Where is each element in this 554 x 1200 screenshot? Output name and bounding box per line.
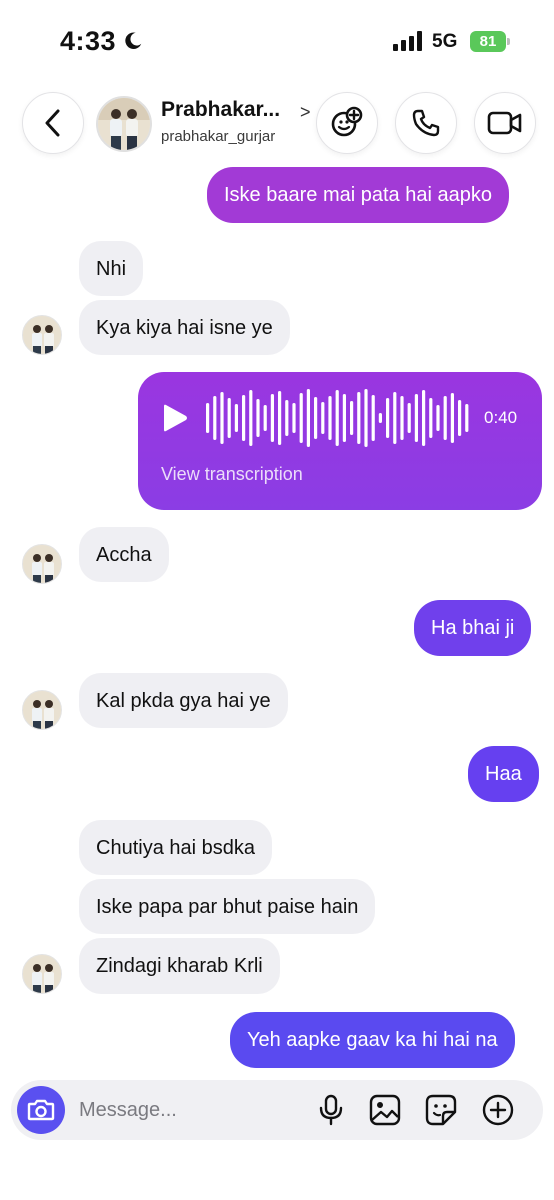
message-text: Yeh aapke gaav ka hi hai na [247,1029,498,1051]
contact-name[interactable]: Prabhakar... [161,98,280,122]
plus-icon [482,1094,514,1126]
outgoing-message[interactable]: Yeh aapke gaav ka hi hai na [230,1012,515,1068]
status-bar: 4:33 5G 81 [0,0,554,80]
moon-icon [125,32,142,49]
incoming-message[interactable]: Zindagi kharab Krli [79,938,280,994]
outgoing-message[interactable]: Ha bhai ji [414,600,532,656]
phone-icon [412,109,440,137]
sender-avatar[interactable] [22,690,62,730]
chat-header: Prabhakar... > prabhakar_gurjar [0,88,554,158]
chevron-right-icon: > [300,102,311,122]
battery-level: 81 [470,31,506,52]
view-transcription-link[interactable]: View transcription [161,464,303,485]
camera-icon [27,1099,55,1121]
outgoing-message[interactable]: Iske baare mai pata hai aapko [207,167,509,223]
sticker-icon [425,1094,457,1126]
message-composer [11,1080,543,1140]
back-button[interactable] [22,92,84,154]
message-text: Chutiya hai bsdka [96,836,255,859]
emoji-add-icon [331,106,363,137]
voice-duration: 0:40 [484,408,518,427]
message-text: Iske papa par bhut paise hain [96,895,359,918]
back-arrow-icon [45,109,60,137]
incoming-message[interactable]: Chutiya hai bsdka [79,820,272,875]
message-text: Ha bhai ji [431,617,515,639]
sticker-button[interactable] [424,1093,458,1127]
message-text: Kal pkda gya hai ye [96,689,271,712]
video-camera-icon [487,111,522,135]
incoming-message[interactable]: Nhi [79,241,144,296]
microphone-icon [319,1094,343,1126]
sender-avatar[interactable] [22,544,62,584]
message-text: Iske baare mai pata hai aapko [224,184,492,206]
incoming-message[interactable]: Iske papa par bhut paise hain [79,879,376,934]
message-text: Zindagi kharab Krli [96,955,263,977]
avatar-photo [98,98,150,150]
network-label: 5G [432,31,458,52]
emoji-add-button[interactable] [316,92,378,154]
contact-username: prabhakar_gurjar [161,128,276,145]
sender-avatar[interactable] [22,315,62,355]
incoming-message[interactable]: Kya kiya hai isne ye [79,300,290,355]
battery-indicator: 81 [470,31,510,52]
voice-call-button[interactable] [395,92,457,154]
message-input[interactable] [79,1094,299,1126]
voice-message[interactable]: 0:40 View transcription [138,372,542,510]
video-call-button[interactable] [474,92,536,154]
microphone-button[interactable] [314,1093,348,1127]
gallery-icon [369,1094,401,1126]
message-text: Haa [485,763,522,785]
contact-avatar[interactable] [96,96,152,152]
message-text: Kya kiya hai isne ye [96,316,273,339]
gallery-button[interactable] [368,1093,402,1127]
status-time: 4:33 [60,26,117,56]
message-text: Accha [96,543,152,566]
play-icon[interactable] [158,402,190,434]
more-options-button[interactable] [481,1093,515,1127]
message-text: Nhi [96,257,127,280]
signal-icon [393,31,422,51]
outgoing-message[interactable]: Haa [468,746,539,802]
incoming-message[interactable]: Accha [79,527,169,582]
incoming-message[interactable]: Kal pkda gya hai ye [79,673,288,728]
camera-button[interactable] [17,1086,65,1134]
sender-avatar[interactable] [22,954,62,994]
